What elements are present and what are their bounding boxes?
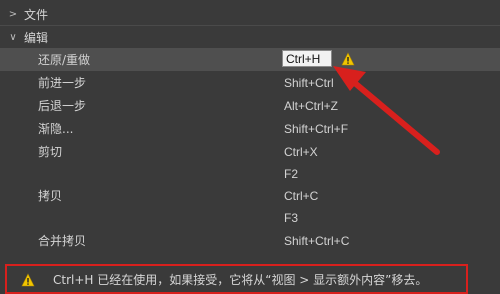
shortcut-row-undo-redo[interactable]: 还原/重做 Ctrl+H: [0, 48, 500, 71]
warning-triangle-icon: [21, 273, 35, 287]
section-file[interactable]: > 文件: [0, 4, 500, 24]
command-label: 渐隐...: [38, 122, 74, 136]
section-file-title: 文件: [24, 7, 49, 22]
shortcut-key[interactable]: Ctrl+X: [284, 145, 318, 159]
shortcut-row[interactable]: F3: [0, 206, 500, 229]
shortcut-row[interactable]: 合并拷贝 Shift+Ctrl+C: [0, 229, 500, 252]
chevron-right-icon[interactable]: >: [8, 9, 18, 20]
command-label: 拷贝: [38, 189, 63, 203]
shortcut-row[interactable]: 剪切 Ctrl+X: [0, 140, 500, 163]
command-label: 合并拷贝: [38, 234, 87, 248]
section-edit[interactable]: ∨ 编辑: [0, 27, 500, 47]
shortcut-row[interactable]: 后退一步 Alt+Ctrl+Z: [0, 94, 500, 117]
chevron-down-icon[interactable]: ∨: [8, 32, 18, 43]
shortcut-row[interactable]: 渐隐... Shift+Ctrl+F: [0, 117, 500, 140]
shortcut-key[interactable]: Shift+Ctrl+C: [284, 234, 349, 248]
warning-message: Ctrl+H 已经在使用，如果接受，它将从“视图 > 显示额外内容”移去。: [53, 273, 428, 287]
shortcut-key[interactable]: Ctrl+C: [284, 189, 318, 203]
command-label: 前进一步: [38, 76, 87, 90]
shortcut-key[interactable]: Alt+Ctrl+Z: [284, 99, 338, 113]
keyboard-shortcuts-panel: > 文件 ∨ 编辑 还原/重做 Ctrl+H 前进一步 Shift+Ctrl 后…: [0, 0, 500, 294]
command-label: 剪切: [38, 145, 63, 159]
warning-message-box: Ctrl+H 已经在使用，如果接受，它将从“视图 > 显示额外内容”移去。: [5, 264, 468, 294]
shortcut-row[interactable]: F2: [0, 162, 500, 185]
section-edit-title: 编辑: [24, 30, 49, 45]
command-label: 还原/重做: [38, 53, 91, 67]
shortcut-row[interactable]: 拷贝 Ctrl+C: [0, 184, 500, 207]
shortcut-key[interactable]: Shift+Ctrl: [284, 76, 334, 90]
shortcut-key[interactable]: Shift+Ctrl+F: [284, 122, 348, 136]
divider: [0, 25, 500, 26]
command-label: 后退一步: [38, 99, 87, 113]
shortcut-key[interactable]: F2: [284, 167, 298, 181]
warning-triangle-icon: [341, 52, 355, 66]
shortcut-key[interactable]: F3: [284, 211, 298, 225]
shortcut-key-value: Ctrl+H: [286, 51, 321, 66]
shortcut-row[interactable]: 前进一步 Shift+Ctrl: [0, 71, 500, 94]
shortcut-key-input[interactable]: Ctrl+H: [282, 50, 332, 67]
